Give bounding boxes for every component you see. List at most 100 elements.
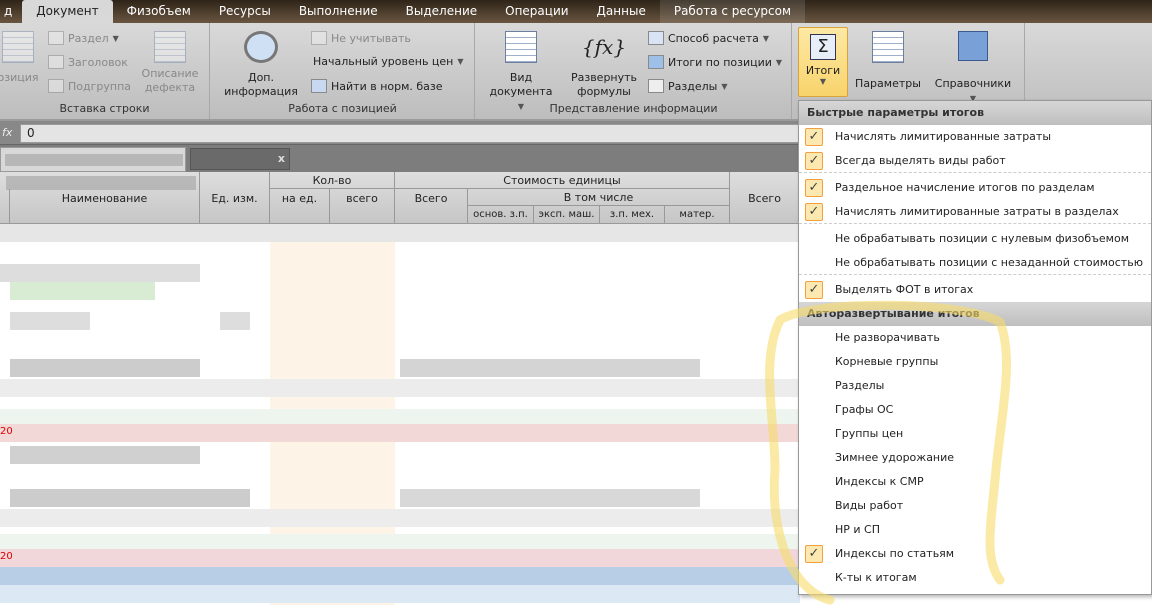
tab-data[interactable]: Данные <box>583 0 660 23</box>
menu-item[interactable]: Разделы <box>799 374 1151 398</box>
dropdown-arrow-icon: ▼ <box>112 33 119 43</box>
table-row[interactable] <box>0 567 800 585</box>
document-tab[interactable]: x <box>190 148 290 170</box>
find-in-base-button[interactable]: Найти в норм. базе <box>311 79 443 93</box>
insert-section-button[interactable]: Раздел ▼ <box>48 31 119 45</box>
table-row[interactable] <box>0 224 800 242</box>
sigma-icon: Σ <box>810 34 836 60</box>
ignore-button[interactable]: Не учитывать <box>311 31 411 45</box>
menu-item[interactable]: Не обрабатывать позиции с нулевым физобъ… <box>799 227 1151 251</box>
menu-item[interactable]: Индексы к СМР <box>799 470 1151 494</box>
table-row[interactable] <box>0 312 800 330</box>
label: Способ расчета <box>668 31 759 45</box>
menu-item[interactable]: Группы цен <box>799 422 1151 446</box>
parameters-button[interactable]: Параметры <box>852 31 924 91</box>
extra-info-button[interactable]: Доп. информация <box>221 31 301 99</box>
menu-item[interactable]: ✓ Начислять лимитированные затраты в разд… <box>799 200 1151 224</box>
close-tab-icon[interactable]: x <box>278 152 285 165</box>
menu-item-label: Всегда выделять виды работ <box>835 154 1006 167</box>
table-icon <box>505 31 537 63</box>
menu-item[interactable]: Не обрабатывать позиции с незаданной сто… <box>799 251 1151 275</box>
insert-header-button[interactable]: Заголовок <box>48 55 128 69</box>
header-mech-wage[interactable]: з.п. мех. <box>600 206 665 224</box>
menu-item[interactable]: НР и СП <box>799 518 1151 542</box>
checkmark-icon: ✓ <box>805 203 823 221</box>
tab-operations[interactable]: Операции <box>491 0 582 23</box>
section-icon <box>48 31 64 45</box>
table-row[interactable] <box>0 379 800 397</box>
menu-item[interactable]: Графы ОС <box>799 398 1151 422</box>
menu-item[interactable]: Виды работ <box>799 494 1151 518</box>
menu-item[interactable]: ✓ Индексы по статьям <box>799 542 1151 566</box>
label: документа <box>489 85 553 98</box>
menu-item[interactable]: К-ты к итогам <box>799 566 1151 590</box>
table-row[interactable] <box>0 585 800 603</box>
price-level-dropdown[interactable]: Начальный уровень цен ▼ <box>313 55 464 68</box>
header-unit[interactable]: Ед. изм. <box>200 189 270 224</box>
tab-resources[interactable]: Ресурсы <box>205 0 285 23</box>
header-base-wage[interactable]: основ. з.п. <box>468 206 534 224</box>
header-name[interactable]: Наименование <box>10 189 200 224</box>
header-including: В том числе <box>468 189 730 206</box>
menu-item[interactable]: ✓ Начислять лимитированные затраты <box>799 125 1151 149</box>
group-label: Вставка строки <box>59 102 150 115</box>
table-row[interactable]: 20 <box>0 549 800 567</box>
defect-icon <box>154 31 186 63</box>
table-row[interactable] <box>0 509 800 527</box>
tab-physvolume[interactable]: Физобъем <box>113 0 205 23</box>
calc-icon <box>648 31 664 45</box>
header-cell <box>0 189 10 224</box>
label: Не учитывать <box>331 31 411 45</box>
header-machines[interactable]: эксп. маш. <box>534 206 600 224</box>
position-totals-dropdown[interactable]: Итоги по позиции ▼ <box>648 55 782 69</box>
group-position-work: Доп. информация Не учитывать Начальный ур… <box>211 23 475 119</box>
table-row[interactable] <box>0 446 800 464</box>
references-button[interactable]: Справочники ▼ <box>930 31 1016 106</box>
insert-position-button[interactable]: озиция <box>0 31 40 85</box>
label: Начальный уровень цен <box>313 55 454 68</box>
menu-item[interactable]: Зимнее удорожание <box>799 446 1151 470</box>
tab-execution[interactable]: Выполнение <box>285 0 392 23</box>
menu-item[interactable]: ✓ Раздельное начисление итогов по раздела… <box>799 176 1151 200</box>
menu-item[interactable]: Не разворачивать <box>799 326 1151 350</box>
label: Итоги по позиции <box>668 55 772 69</box>
menu-item[interactable]: ✓ Всегда выделять виды работ <box>799 149 1151 173</box>
dropdown-arrow-icon: ▼ <box>762 33 770 43</box>
insert-subgroup-button[interactable]: Подгруппа <box>48 79 131 93</box>
calc-method-dropdown[interactable]: Способ расчета ▼ <box>648 31 769 45</box>
header-per-unit[interactable]: на ед. <box>270 189 330 224</box>
checkmark-icon: ✓ <box>805 128 823 146</box>
header-materials[interactable]: матер. <box>665 206 730 224</box>
table-row[interactable] <box>0 489 800 507</box>
defect-description-button[interactable]: Описание дефекта <box>138 31 202 95</box>
label: Описание <box>141 67 199 80</box>
menu-item[interactable]: Корневые группы <box>799 350 1151 374</box>
menu-item-label: Не обрабатывать позиции с нулевым физобъ… <box>835 232 1129 245</box>
tab-resource-work[interactable]: Работа с ресурсом <box>659 0 806 23</box>
table-row[interactable]: 20 <box>0 424 800 442</box>
totals-button[interactable]: Σ Итоги ▼ <box>798 27 848 97</box>
tab-selection[interactable]: Выделение <box>392 0 491 23</box>
label: озиция <box>0 71 39 84</box>
checkmark-icon: ✓ <box>805 545 823 563</box>
tab-partial[interactable]: д <box>0 0 16 23</box>
header-cell <box>730 172 800 189</box>
sections-icon <box>648 79 664 93</box>
header-all-2[interactable]: Всего <box>730 189 800 224</box>
label: Раздел <box>68 31 109 45</box>
table-row[interactable] <box>0 264 800 282</box>
label: Справочники <box>934 77 1012 90</box>
document-tab-active[interactable] <box>0 147 186 172</box>
header-all[interactable]: Всего <box>395 189 468 224</box>
header-cell <box>0 172 200 189</box>
expand-formulas-button[interactable]: {fx} Развернуть формулы <box>566 31 642 99</box>
menu-item[interactable]: ✓ Выделять ФОТ в итогах <box>799 278 1151 302</box>
label: информация <box>224 85 298 98</box>
label: Доп. <box>247 71 274 84</box>
group-info-view: Вид документа ▼ {fx} Развернуть формулы Спо… <box>476 23 792 119</box>
sections-dropdown[interactable]: Разделы ▼ <box>648 79 727 93</box>
table-row[interactable] <box>0 359 800 377</box>
tab-document[interactable]: Документ <box>22 0 113 23</box>
table-row[interactable] <box>0 282 800 300</box>
header-total[interactable]: всего <box>330 189 395 224</box>
